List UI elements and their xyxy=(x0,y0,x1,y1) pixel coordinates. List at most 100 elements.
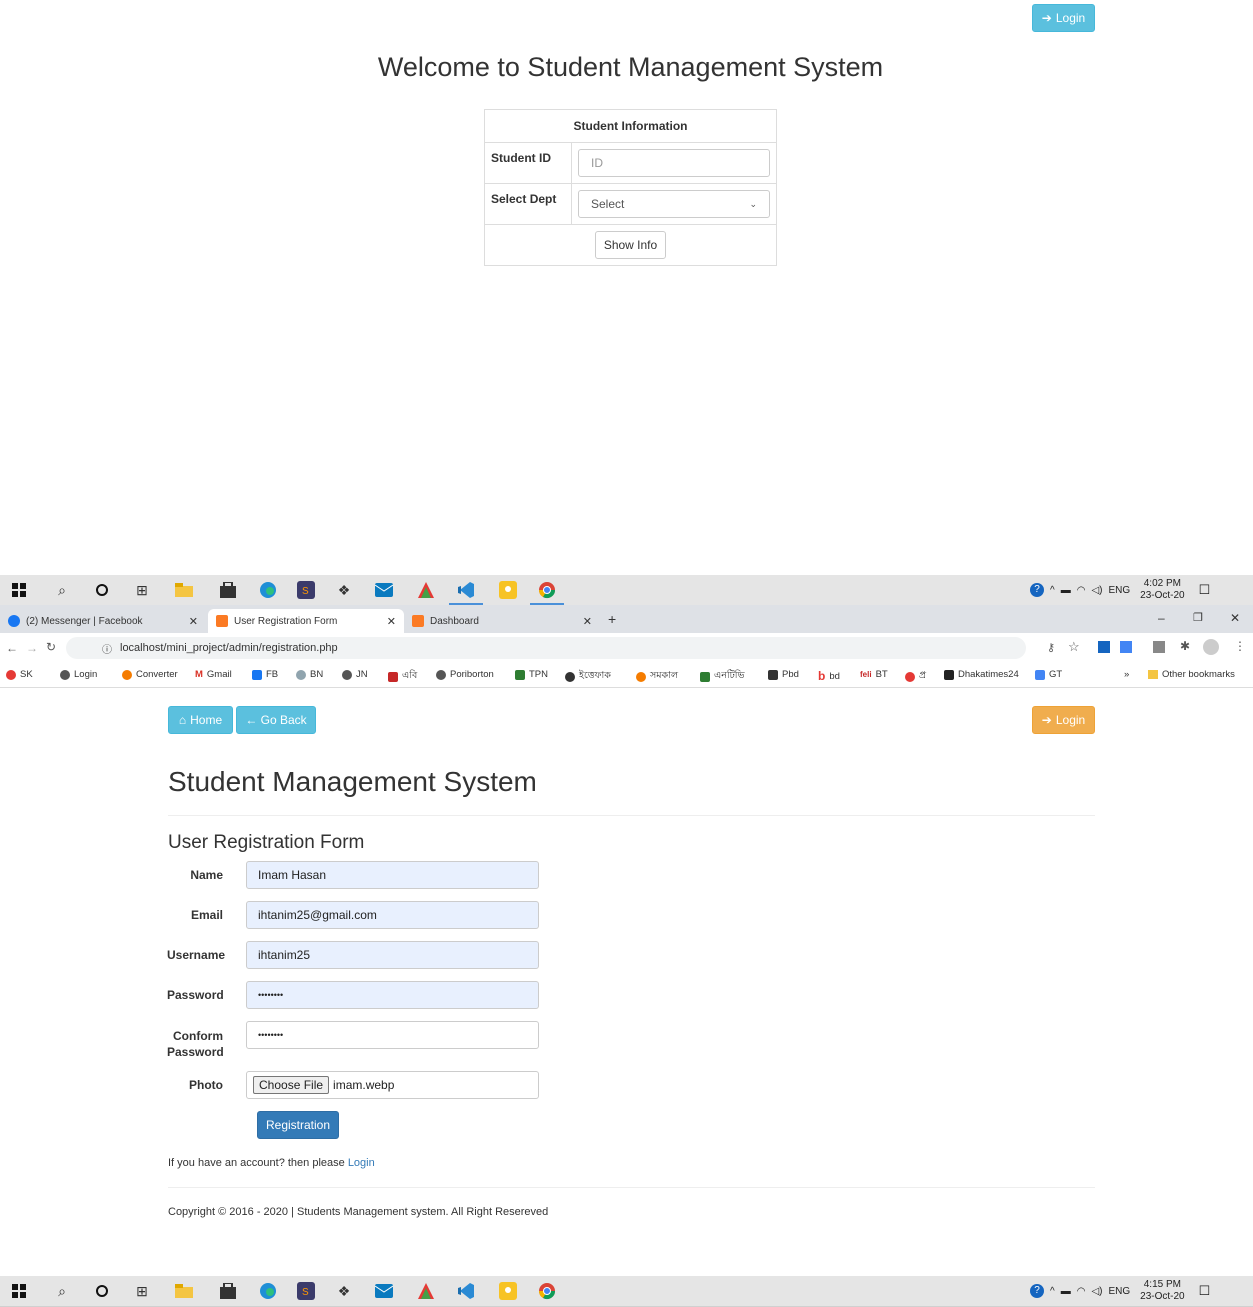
edge-icon[interactable] xyxy=(258,1281,278,1301)
notes-icon[interactable] xyxy=(498,1281,518,1301)
edge-icon[interactable] xyxy=(258,580,278,600)
clock[interactable]: 4:02 PM 23-Oct-20 xyxy=(1140,578,1184,602)
notification-icon[interactable]: ☐ xyxy=(1199,582,1211,598)
bookmark-gmail[interactable]: M Gmail xyxy=(195,669,232,680)
close-icon[interactable]: ✕ xyxy=(189,615,198,628)
name-input[interactable]: Imam Hasan xyxy=(246,861,539,889)
notification-icon[interactable]: ☐ xyxy=(1199,1283,1211,1299)
mail-icon[interactable] xyxy=(374,580,394,600)
volume-icon[interactable]: ◁) xyxy=(1091,585,1102,596)
dropbox-icon[interactable]: ❖ xyxy=(334,580,354,600)
show-info-button[interactable]: Show Info xyxy=(595,231,666,259)
confirm-password-input[interactable]: •••••••• xyxy=(246,1021,539,1049)
new-tab-icon[interactable]: + xyxy=(608,611,616,627)
home-button[interactable]: ⌂ Home xyxy=(168,706,233,734)
notes-icon[interactable] xyxy=(498,580,518,600)
tab-messenger[interactable]: (2) Messenger | Facebook ✕ xyxy=(0,609,206,633)
app-icon[interactable] xyxy=(416,580,436,600)
help-icon[interactable]: ? xyxy=(1030,583,1044,597)
help-icon[interactable]: ? xyxy=(1030,1284,1044,1298)
file-explorer-icon[interactable] xyxy=(174,1281,194,1301)
vscode-icon[interactable] xyxy=(456,1281,476,1301)
bookmark-bn[interactable]: BN xyxy=(296,669,323,680)
bookmark-fb[interactable]: FB xyxy=(252,669,278,680)
volume-icon[interactable]: ◁) xyxy=(1091,1286,1102,1297)
app-icon[interactable] xyxy=(416,1281,436,1301)
url-bar[interactable]: ⓘ localhost/mini_project/admin/registrat… xyxy=(66,637,1026,659)
photo-file-input[interactable]: Choose File imam.webp xyxy=(246,1071,539,1099)
windows-start-icon[interactable] xyxy=(9,1281,29,1301)
reload-icon[interactable]: ↻ xyxy=(46,640,56,654)
store-icon[interactable] xyxy=(218,1281,238,1301)
more-bookmarks-button[interactable]: » xyxy=(1124,669,1129,680)
minimize-icon[interactable]: – xyxy=(1158,611,1165,625)
bookmark-eb[interactable]: এবি xyxy=(388,669,417,684)
translate-icon[interactable] xyxy=(1120,641,1132,653)
bookmark-gt[interactable]: GT xyxy=(1035,669,1062,680)
close-icon[interactable]: ✕ xyxy=(387,615,396,628)
mail-icon[interactable] xyxy=(374,1281,394,1301)
bookmark-samakal[interactable]: সমকাল xyxy=(636,669,678,684)
search-icon[interactable]: ⌕ xyxy=(52,1281,72,1301)
password-input[interactable]: •••••••• xyxy=(246,981,539,1009)
vscode-icon[interactable] xyxy=(456,580,476,600)
clock[interactable]: 4:15 PM 23-Oct-20 xyxy=(1140,1279,1184,1303)
forward-icon[interactable]: → xyxy=(26,641,38,655)
dropbox-icon[interactable]: ❖ xyxy=(334,1281,354,1301)
language-indicator[interactable]: ENG xyxy=(1108,585,1130,596)
bookmark-bd[interactable]: b bd xyxy=(818,669,840,683)
tab-user-registration[interactable]: User Registration Form ✕ xyxy=(208,609,404,633)
language-indicator[interactable]: ENG xyxy=(1108,1286,1130,1297)
chrome-icon[interactable] xyxy=(537,1281,557,1301)
windows-start-icon[interactable] xyxy=(9,580,29,600)
bookmark-poriborton[interactable]: Poriborton xyxy=(436,669,494,680)
bookmark-ittefaq[interactable]: ইত্তেফাক xyxy=(565,669,611,684)
sublime-icon[interactable]: S xyxy=(296,580,316,600)
search-icon[interactable]: ⌕ xyxy=(52,580,72,600)
star-icon[interactable]: ☆ xyxy=(1068,639,1080,655)
bookmark-sk[interactable]: SK xyxy=(6,669,33,680)
dept-select[interactable]: Select ⌄ xyxy=(578,190,770,218)
restore-icon[interactable]: ❐ xyxy=(1193,611,1203,624)
sublime-icon[interactable]: S xyxy=(296,1281,316,1301)
bookmark-converter[interactable]: Converter xyxy=(122,669,178,680)
back-icon[interactable]: ← xyxy=(6,641,18,655)
task-view-icon[interactable]: ⊞ xyxy=(132,580,152,600)
bookmark-tpn[interactable]: TPN xyxy=(515,669,548,680)
login-link[interactable]: Login xyxy=(348,1157,375,1169)
chrome-icon[interactable] xyxy=(537,580,557,600)
username-input[interactable]: ihtanim25 xyxy=(246,941,539,969)
extension-download-icon[interactable] xyxy=(1098,641,1110,653)
tab-dashboard[interactable]: Dashboard ✕ xyxy=(404,609,600,633)
profile-avatar[interactable] xyxy=(1203,639,1219,655)
chevron-up-icon[interactable]: ^ xyxy=(1050,585,1055,596)
bookmark-login[interactable]: Login xyxy=(60,669,97,680)
other-bookmarks[interactable]: Other bookmarks xyxy=(1148,669,1235,680)
bookmark-pbd[interactable]: Pbd xyxy=(768,669,799,680)
file-explorer-icon[interactable] xyxy=(174,580,194,600)
bookmark-dhakatimes[interactable]: Dhakatimes24 xyxy=(944,669,1019,680)
bookmark-bt[interactable]: feli BT xyxy=(860,669,888,680)
info-icon[interactable]: ⓘ xyxy=(102,641,112,656)
cortana-icon[interactable] xyxy=(92,1281,112,1301)
task-view-icon[interactable]: ⊞ xyxy=(132,1281,152,1301)
choose-file-button[interactable]: Choose File xyxy=(253,1076,330,1094)
wifi-icon[interactable]: ◠ xyxy=(1077,585,1086,596)
battery-icon[interactable]: ▬ xyxy=(1061,585,1071,596)
student-id-input[interactable]: ID xyxy=(578,149,770,177)
chevron-up-icon[interactable]: ^ xyxy=(1050,1286,1055,1297)
bookmark-ntv[interactable]: এনটিভি xyxy=(700,669,745,684)
store-icon[interactable] xyxy=(218,580,238,600)
key-icon[interactable]: ⚷ xyxy=(1047,641,1055,654)
login-button-top[interactable]: ➔ Login xyxy=(1032,4,1095,32)
battery-icon[interactable]: ▬ xyxy=(1061,1286,1071,1297)
bookmark-prothom-alo[interactable]: প্র xyxy=(905,669,926,684)
wifi-icon[interactable]: ◠ xyxy=(1077,1286,1086,1297)
bookmark-jn[interactable]: JN xyxy=(342,669,368,680)
go-back-button[interactable]: ← Go Back xyxy=(236,706,316,734)
close-icon[interactable]: ✕ xyxy=(583,615,592,628)
window-close-icon[interactable]: ✕ xyxy=(1230,611,1240,625)
extension-icon[interactable] xyxy=(1153,641,1165,653)
puzzle-icon[interactable]: ✱ xyxy=(1180,639,1190,653)
email-input[interactable]: ihtanim25@gmail.com xyxy=(246,901,539,929)
